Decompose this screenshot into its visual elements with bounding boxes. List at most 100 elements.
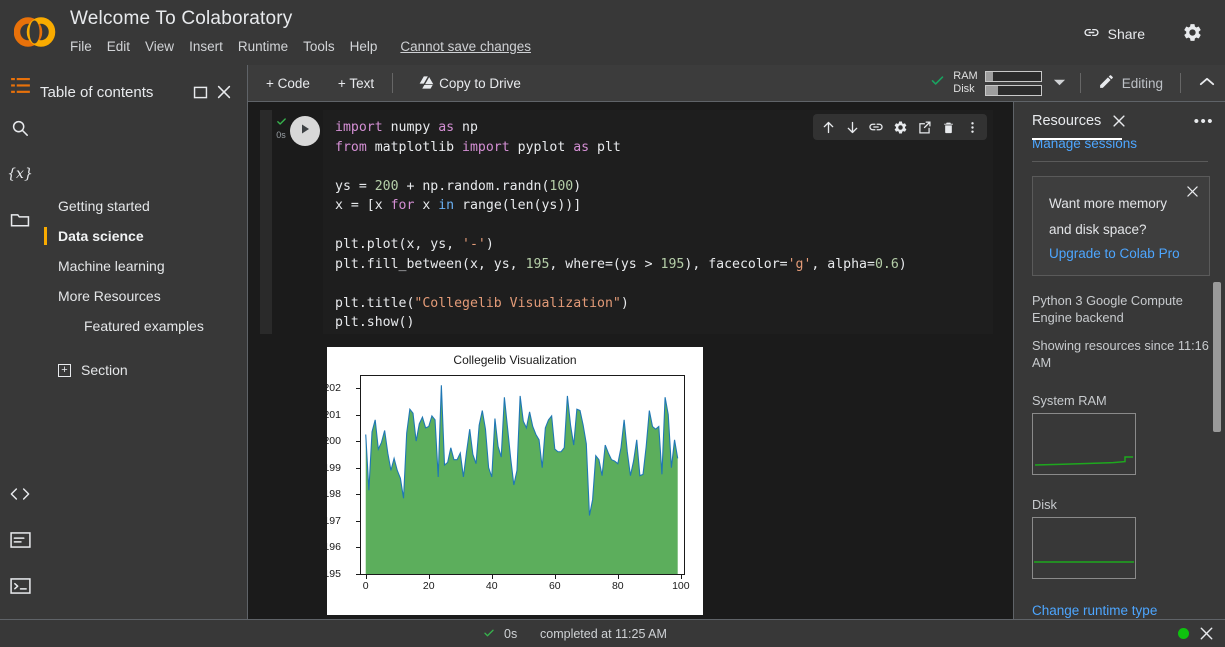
run-cell-button[interactable] (290, 116, 320, 146)
rail-toc-icon[interactable] (0, 65, 40, 105)
move-cell-up-icon[interactable] (817, 116, 839, 138)
share-label: Share (1107, 26, 1145, 42)
delete-cell-icon[interactable] (937, 116, 959, 138)
link-to-cell-icon[interactable] (865, 116, 887, 138)
resources-panel-title: Resources (1032, 113, 1102, 129)
chart-x-tick-label: 0 (362, 580, 369, 592)
cell-output-figure: Collegelib Visualization 195 196 197 198 199… (323, 347, 703, 615)
toc-title: Table of contents (40, 83, 154, 101)
toolbar-right-group: RAM Disk Editing (923, 65, 1225, 101)
settings-button[interactable] (1182, 22, 1203, 48)
chevron-down-icon[interactable] (1053, 74, 1066, 92)
resource-usage-indicator[interactable]: RAM Disk (923, 70, 1071, 96)
chevron-up-icon (1199, 74, 1215, 91)
cell-exec-time: 0s (276, 130, 286, 140)
rail-files-icon[interactable] (0, 197, 40, 243)
close-icon[interactable] (1185, 184, 1200, 204)
toc-add-section[interactable]: + Section (40, 355, 247, 385)
menu-file[interactable]: File (70, 39, 92, 54)
chart-x-tick-mark (365, 575, 367, 579)
rail-search-icon[interactable] (0, 105, 40, 151)
chart-y-tick-label: 198 (323, 488, 341, 501)
system-ram-label: System RAM (1032, 393, 1107, 408)
change-runtime-type-link[interactable]: Change runtime type (1032, 603, 1157, 618)
gear-icon (1182, 24, 1203, 47)
ram-label: RAM (953, 70, 978, 82)
menu-bar: File Edit View Insert Runtime Tools Help… (70, 39, 531, 54)
toc-item-featured-examples[interactable]: Featured examples (40, 311, 247, 341)
code-editor[interactable]: import numpy as np from matplotlib impor… (323, 110, 993, 334)
rail-terminal-icon[interactable] (0, 563, 40, 609)
check-icon (929, 73, 946, 93)
close-icon[interactable] (1111, 113, 1127, 129)
promo-line-1: Want more memory (1049, 196, 1168, 211)
rail-bottom-group (0, 471, 40, 609)
toc-item-data-science[interactable]: Data science (40, 221, 247, 251)
chart-y-tick-label: 199 (323, 461, 341, 474)
ram-usage-bar (984, 70, 1042, 82)
notebook-toolbar: + Code + Text Copy to Drive RAM Disk Edi… (248, 65, 1225, 102)
colab-pro-promo-card: Want more memory and disk space? Upgrade… (1032, 176, 1210, 276)
status-bar: 0s completed at 11:25 AM (0, 619, 1225, 647)
chart-y-tick-label: 200 (323, 435, 341, 448)
rail-code-snippets-icon[interactable] (0, 471, 40, 517)
disk-meter (1032, 517, 1136, 579)
open-in-new-tab-icon[interactable] (913, 116, 935, 138)
open-in-new-icon[interactable] (192, 83, 209, 101)
share-button[interactable]: Share (1075, 20, 1153, 48)
link-icon (1083, 24, 1100, 44)
chart-y-tick-label: 201 (323, 408, 341, 421)
add-text-cell-button[interactable]: + Text (328, 72, 384, 95)
editing-mode-button[interactable]: Editing (1089, 69, 1172, 97)
resources-divider (1032, 161, 1208, 162)
chart-x-tick-mark (428, 575, 430, 579)
rail-command-palette-icon[interactable] (0, 517, 40, 563)
resource-bars (984, 70, 1042, 96)
move-cell-down-icon[interactable] (841, 116, 863, 138)
toc-item-getting-started[interactable]: Getting started (40, 191, 247, 221)
resources-scrollbar-thumb[interactable] (1213, 282, 1221, 432)
toolbar-divider-3 (1180, 73, 1181, 93)
menu-runtime[interactable]: Runtime (238, 39, 288, 54)
toolbar-divider-2 (1079, 73, 1081, 93)
menu-view[interactable]: View (145, 39, 174, 54)
copy-to-drive-label: Copy to Drive (439, 75, 521, 91)
cell-settings-icon[interactable] (889, 116, 911, 138)
menu-help[interactable]: Help (350, 39, 378, 54)
toc-item-machine-learning[interactable]: Machine learning (40, 251, 247, 281)
save-status-link[interactable]: Cannot save changes (400, 39, 531, 54)
backend-description: Python 3 Google Compute Engine backend (1032, 293, 1183, 325)
toc-item-more-resources[interactable]: More Resources (40, 281, 247, 311)
disk-label: Disk (1032, 497, 1057, 512)
menu-insert[interactable]: Insert (189, 39, 223, 54)
more-options-icon[interactable]: ••• (1194, 113, 1214, 130)
chart-x-tick-mark (617, 575, 619, 579)
menu-tools[interactable]: Tools (303, 39, 335, 54)
chart-x-tick-mark (491, 575, 493, 579)
resources-header: Resources ••• (1014, 102, 1225, 140)
rail-variables-icon[interactable]: {x} (0, 151, 40, 197)
colab-app: Welcome To Colaboratory File Edit View I… (0, 0, 1225, 647)
copy-to-drive-button[interactable]: Copy to Drive (409, 71, 531, 96)
chart-x-tick-label: 80 (611, 580, 624, 592)
upgrade-to-colab-pro-link[interactable]: Upgrade to Colab Pro (1049, 246, 1195, 261)
notebook-scroll-area[interactable]: 0s import numpy as np from matplotlib im… (248, 102, 1013, 619)
editing-label: Editing (1121, 75, 1163, 91)
collapse-toolbar-button[interactable] (1189, 70, 1225, 96)
add-code-cell-button[interactable]: + Code (256, 72, 320, 95)
pencil-icon (1098, 73, 1115, 93)
code-content[interactable]: import numpy as np from matplotlib impor… (323, 110, 993, 333)
close-icon[interactable] (215, 83, 233, 101)
chart-x-tick-label: 60 (548, 580, 561, 592)
chart-y-tick-label: 197 (323, 514, 341, 527)
chart-svg (365, 385, 679, 574)
menu-edit[interactable]: Edit (107, 39, 130, 54)
toc-section-label: Section (81, 362, 128, 378)
disk-sparkline (1034, 561, 1134, 563)
more-options-icon[interactable] (961, 116, 983, 138)
resources-tab-underline (1032, 138, 1122, 140)
chart-x-tick-mark (554, 575, 556, 579)
toc-item-list: Getting started Data science Machine lea… (40, 191, 247, 385)
close-icon[interactable] (1198, 625, 1215, 642)
app-header: Welcome To Colaboratory File Edit View I… (0, 0, 1225, 65)
